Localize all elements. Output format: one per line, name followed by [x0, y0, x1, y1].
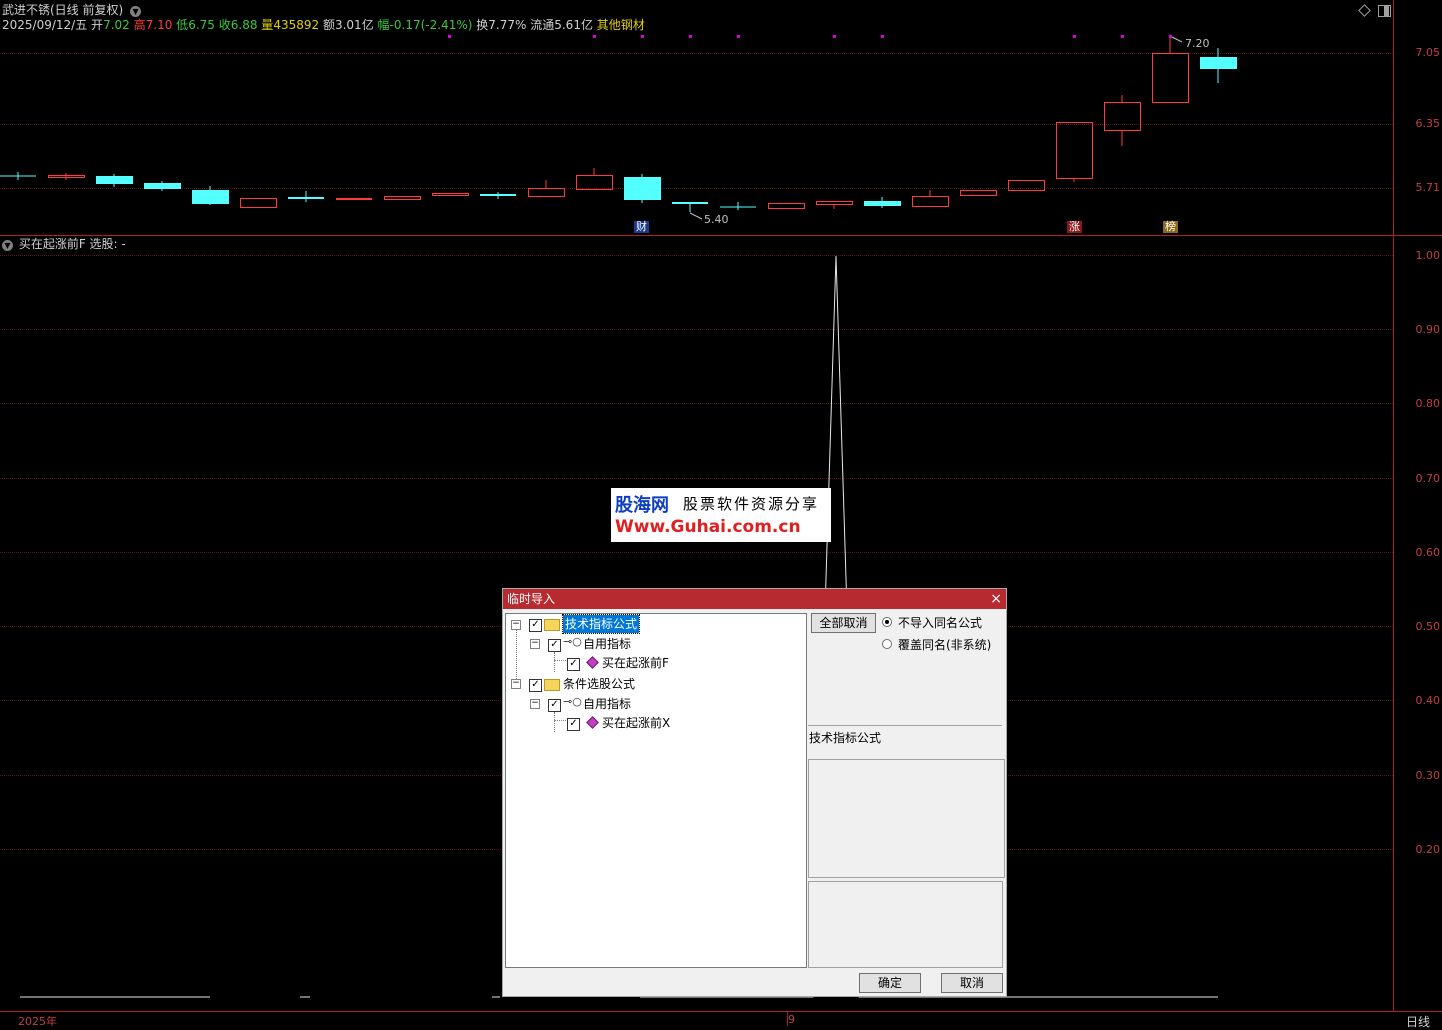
tree-checkbox[interactable]: ✓ [567, 718, 580, 731]
period-label[interactable]: 日线 [1406, 1013, 1430, 1030]
cancel-button[interactable]: 取消 [941, 973, 1003, 993]
formula-icon [586, 716, 599, 729]
watermark-banner: 股海网 股票软件资源分享 Www.Guhai.com.cn [611, 488, 831, 542]
ranking-badge[interactable]: 榜 [1163, 221, 1178, 233]
folder-icon [544, 619, 560, 631]
ok-button[interactable]: 确定 [859, 973, 921, 993]
radio-overwrite-label[interactable]: 覆盖同名(非系统) [898, 636, 991, 653]
collapse-icon[interactable]: − [511, 620, 521, 630]
tree-checkbox[interactable]: ✓ [548, 639, 561, 652]
tree-node-formula-x[interactable]: 买在起涨前X [602, 714, 670, 732]
tree-node-screen-formulas[interactable]: 条件选股公式 [563, 675, 635, 693]
tree-checkbox[interactable]: ✓ [548, 699, 561, 712]
key-icon: ⊸○ [563, 635, 582, 648]
price-tick: 5.71 [1415, 181, 1441, 194]
price-low-label: 5.40 [704, 213, 729, 226]
finance-badge[interactable]: 财 [634, 221, 649, 233]
deselect-all-button[interactable]: 全部取消 [811, 613, 876, 633]
indicator-tick: 0.40 [1415, 694, 1441, 707]
info-label: 技术指标公式 [809, 731, 882, 745]
price-axis-border [1393, 0, 1394, 1012]
price-tick: 7.05 [1415, 46, 1441, 59]
tree-node-custom-indicators[interactable]: 自用指标 [583, 635, 631, 653]
watermark-site-name: 股海网 [615, 495, 669, 516]
tree-checkbox[interactable]: ✓ [529, 619, 542, 632]
bottom-axis-border [0, 1011, 1442, 1012]
axis-month: 9 [788, 1013, 795, 1026]
radio-skip-same-name[interactable] [882, 617, 892, 627]
tree-node-custom-indicators-2[interactable]: 自用指标 [583, 695, 631, 713]
axis-year: 2025年 [18, 1015, 57, 1028]
indicator-tick: 0.90 [1415, 323, 1441, 336]
indicator-tick: 0.70 [1415, 472, 1441, 485]
formula-tree[interactable]: − ✓ 技术指标公式 − ✓ ⊸○ 自用指标 ✓ 买在起涨前F − ✓ 条件选股… [505, 613, 807, 968]
indicator-tick: 1.00 [1415, 249, 1441, 262]
dialog-title: 临时导入 [507, 592, 556, 606]
info-panel-top [808, 759, 1005, 878]
watermark-url: Www.Guhai.com.cn [615, 517, 801, 537]
indicator-tick: 0.20 [1415, 843, 1441, 856]
candlestick-chart [0, 36, 1237, 220]
collapse-icon[interactable]: − [530, 639, 540, 649]
temp-import-dialog: 临时导入 × − ✓ 技术指标公式 − ✓ ⊸○ 自用指标 ✓ 买在起涨前F −… [502, 588, 1007, 997]
tree-checkbox[interactable]: ✓ [529, 679, 542, 692]
limit-up-badge[interactable]: 涨 [1067, 221, 1082, 233]
tree-checkbox[interactable]: ✓ [567, 658, 580, 671]
info-panel-bottom [808, 881, 1003, 968]
dialog-titlebar[interactable]: 临时导入 × [503, 589, 1006, 609]
watermark-slogan: 股票软件资源分享 [683, 495, 820, 513]
price-high-label: 7.20 [1185, 37, 1210, 50]
price-tick: 6.35 [1415, 117, 1441, 130]
tree-node-tech-formulas[interactable]: 技术指标公式 [561, 614, 641, 634]
indicator-tick: 0.50 [1415, 620, 1441, 633]
collapse-icon[interactable]: − [530, 699, 540, 709]
formula-icon [586, 656, 599, 669]
folder-icon [544, 679, 560, 691]
collapse-icon[interactable]: − [511, 679, 521, 689]
key-icon: ⊸○ [563, 695, 582, 708]
tree-node-formula-f[interactable]: 买在起涨前F [602, 654, 669, 672]
indicator-tick: 0.30 [1415, 769, 1441, 782]
info-label-panel: 技术指标公式 [808, 725, 1002, 759]
radio-overwrite[interactable] [882, 639, 892, 649]
radio-skip-label[interactable]: 不导入同名公式 [898, 614, 982, 631]
indicator-tick: 0.60 [1415, 546, 1441, 559]
close-icon[interactable]: × [990, 589, 1002, 609]
indicator-tick: 0.80 [1415, 397, 1441, 410]
